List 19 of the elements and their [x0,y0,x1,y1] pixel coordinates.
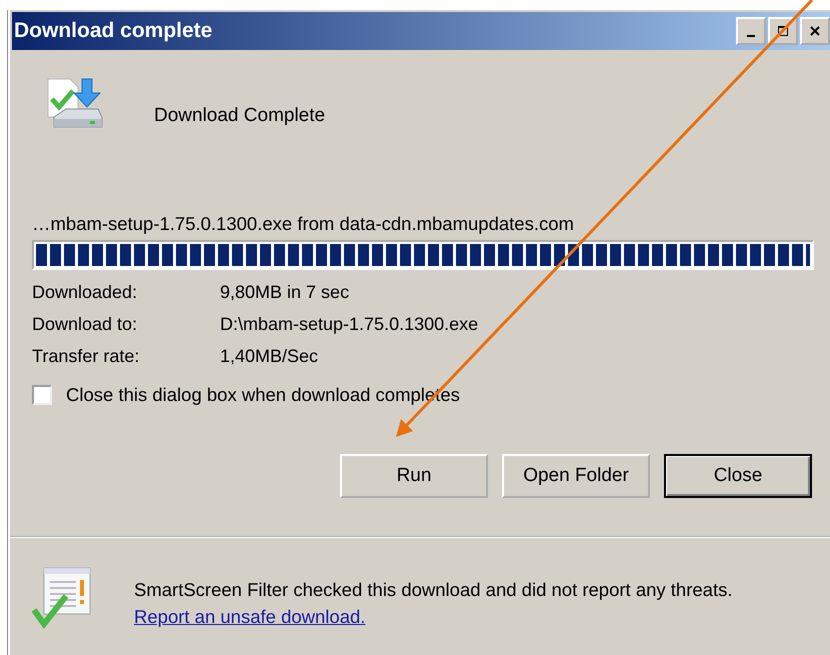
smartscreen-message: SmartScreen Filter checked this download and did not report any threats. Report an unsafe download. [134,578,734,629]
status-text: Download Complete [154,105,326,127]
close-button[interactable] [800,17,830,45]
detail-label: Transfer rate: [32,345,140,368]
report-link[interactable]: Report an unsafe download. [134,606,366,627]
source-text: …mbam-setup-1.75.0.1300.exe from data-cdn.mbamupdates.com [32,212,575,236]
detail-label: Download to: [32,313,138,336]
maximize-icon [778,26,788,36]
detail-value: 1,40MB/Sec [220,345,318,368]
detail-value: D:\mbam-setup-1.75.0.1300.exe [220,313,478,336]
dialog-button[interactable]: Open Folder [502,454,650,498]
minimize-icon [747,35,755,37]
detail-value: 9,80MB in 7 sec [220,281,350,304]
checkbox[interactable] [32,385,52,405]
close-icon [810,26,820,36]
detail-label: Downloaded: [32,281,138,304]
dialog-button[interactable]: Close [664,454,812,498]
dialog-button[interactable]: Run [340,454,488,498]
window-title: Download complete [13,19,212,43]
